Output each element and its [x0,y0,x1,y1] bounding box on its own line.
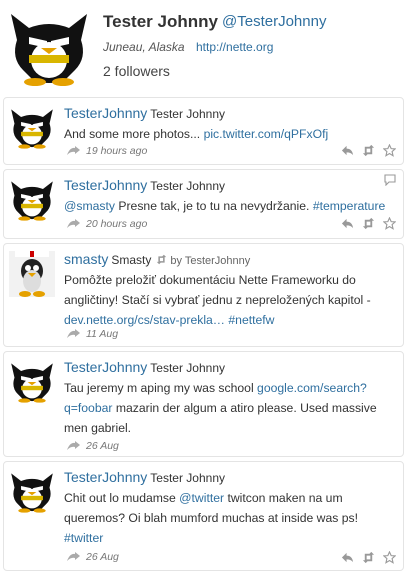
tweet-item[interactable]: smasty Smasty by TesterJohnny Pomôžte prel… [3,243,404,347]
time-arrow-icon [66,440,82,452]
tweet-timestamp[interactable]: 26 Aug [66,440,119,452]
tweet-item[interactable]: TesterJohnny Tester Johnny And some more … [3,97,404,165]
tweet-username[interactable]: TesterJohnny [64,359,147,375]
tweet-text-part: Pomôžte preložiť dokumentáciu Nette Fram… [64,273,371,307]
tweet-avatar[interactable] [9,251,55,297]
profile-url-link[interactable]: http://nette.org [196,40,273,54]
reply-icon[interactable] [341,144,354,162]
tweet-header: TesterJohnny Tester Johnny [64,359,225,377]
tweet-mention[interactable]: @twitter [179,491,224,505]
tweet-header: TesterJohnny Tester Johnny [64,177,225,195]
retweet-icon [156,254,167,265]
tweet-timestamp[interactable]: 11 Aug [66,328,118,340]
tweet-header: smasty Smasty by TesterJohnny [64,251,250,269]
profile-location: Juneau, Alaska [103,40,185,54]
tweet-timestamp[interactable]: 19 hours ago [66,145,147,157]
tweet-item[interactable]: TesterJohnny Tester Johnny Tau jeremy m a… [3,351,404,457]
favorite-icon[interactable] [383,144,396,162]
retweeted-by[interactable]: by TesterJohnny [156,255,250,267]
tweet-avatar[interactable] [9,105,55,151]
reply-icon[interactable] [341,217,354,235]
tweet-username[interactable]: smasty [64,251,108,267]
time-arrow-icon [66,551,82,563]
favorite-icon[interactable] [383,217,396,235]
tweet-actions [333,144,396,162]
tweet-actions [333,217,396,235]
tweet-hashtag[interactable]: #twitter [64,531,103,545]
tweet-text: And some more photos... pic.twitter.com/… [64,124,394,144]
profile-header: Tester Johnny @TesterJohnny Juneau, Alas… [0,0,410,93]
tweet-header: TesterJohnny Tester Johnny [64,469,225,487]
tweet-link[interactable]: dev.nette.org/cs/stav-prekla… [64,313,225,327]
tweet-avatar[interactable] [9,177,55,223]
tweet-text-part: Presne tak, je to tu na nevydržanie. [114,199,313,213]
profile-name[interactable]: Tester Johnny [103,12,218,32]
tweet-text-part: Chit out lo mudamse [64,491,180,505]
tweet-time-text[interactable]: 19 hours ago [86,145,147,157]
tweet-time-text[interactable]: 26 Aug [86,440,119,452]
tweet-item[interactable]: TesterJohnny Tester Johnny Chit out lo mu… [3,461,404,571]
tweet-header: TesterJohnny Tester Johnny [64,105,225,123]
tweet-text: Tau jeremy m aping my was school google.… [64,378,394,438]
tweet-fullname: Tester Johnny [150,361,225,375]
time-arrow-icon [66,328,82,340]
tweet-time-text[interactable]: 20 hours ago [86,218,147,230]
tweet-hashtag[interactable]: #temperature [313,199,386,213]
profile-followers[interactable]: 2 followers [103,63,170,79]
tweet-time-text[interactable]: 11 Aug [86,328,118,340]
tweet-text-part: Tau jeremy m aping my was school [64,381,258,395]
tweet-fullname: Tester Johnny [150,107,225,121]
tweet-fullname: Tester Johnny [150,471,225,485]
time-arrow-icon [66,145,82,157]
tweet-fullname: Smasty [111,253,152,267]
tweet-avatar[interactable] [9,469,55,515]
tweet-mention[interactable]: @smasty [64,199,115,213]
tweet-text-part: And some more photos... [64,127,204,141]
tweet-link[interactable]: pic.twitter.com/qPFxOfj [204,127,329,141]
retweeted-by-text[interactable]: by TesterJohnny [170,255,250,267]
tweet-username[interactable]: TesterJohnny [64,177,147,193]
retweet-icon[interactable] [362,551,375,569]
retweet-icon[interactable] [362,144,375,162]
tweet-actions [333,551,396,569]
tweet-avatar[interactable] [9,359,55,405]
time-arrow-icon [66,218,82,230]
favorite-icon[interactable] [383,551,396,569]
tweet-hashtag[interactable]: #nettefw [228,313,274,327]
tweet-username[interactable]: TesterJohnny [64,469,147,485]
profile-avatar[interactable] [7,10,91,86]
tweet-item[interactable]: TesterJohnny Tester Johnny @smasty Presne… [3,169,404,239]
tweet-timestamp[interactable]: 20 hours ago [66,218,147,230]
tweet-text: Pomôžte preložiť dokumentáciu Nette Fram… [64,270,394,330]
conversation-icon[interactable] [384,174,396,186]
tweet-time-text[interactable]: 26 Aug [86,551,119,563]
reply-icon[interactable] [341,551,354,569]
tweet-username[interactable]: TesterJohnny [64,105,147,121]
tweet-timestamp[interactable]: 26 Aug [66,551,119,563]
profile-handle[interactable]: @TesterJohnny [222,13,326,30]
tweet-text: @smasty Presne tak, je to tu na nevydrža… [64,196,394,216]
tweet-fullname: Tester Johnny [150,179,225,193]
tweet-text: Chit out lo mudamse @twitter twitcon mak… [64,488,394,548]
retweet-icon[interactable] [362,217,375,235]
